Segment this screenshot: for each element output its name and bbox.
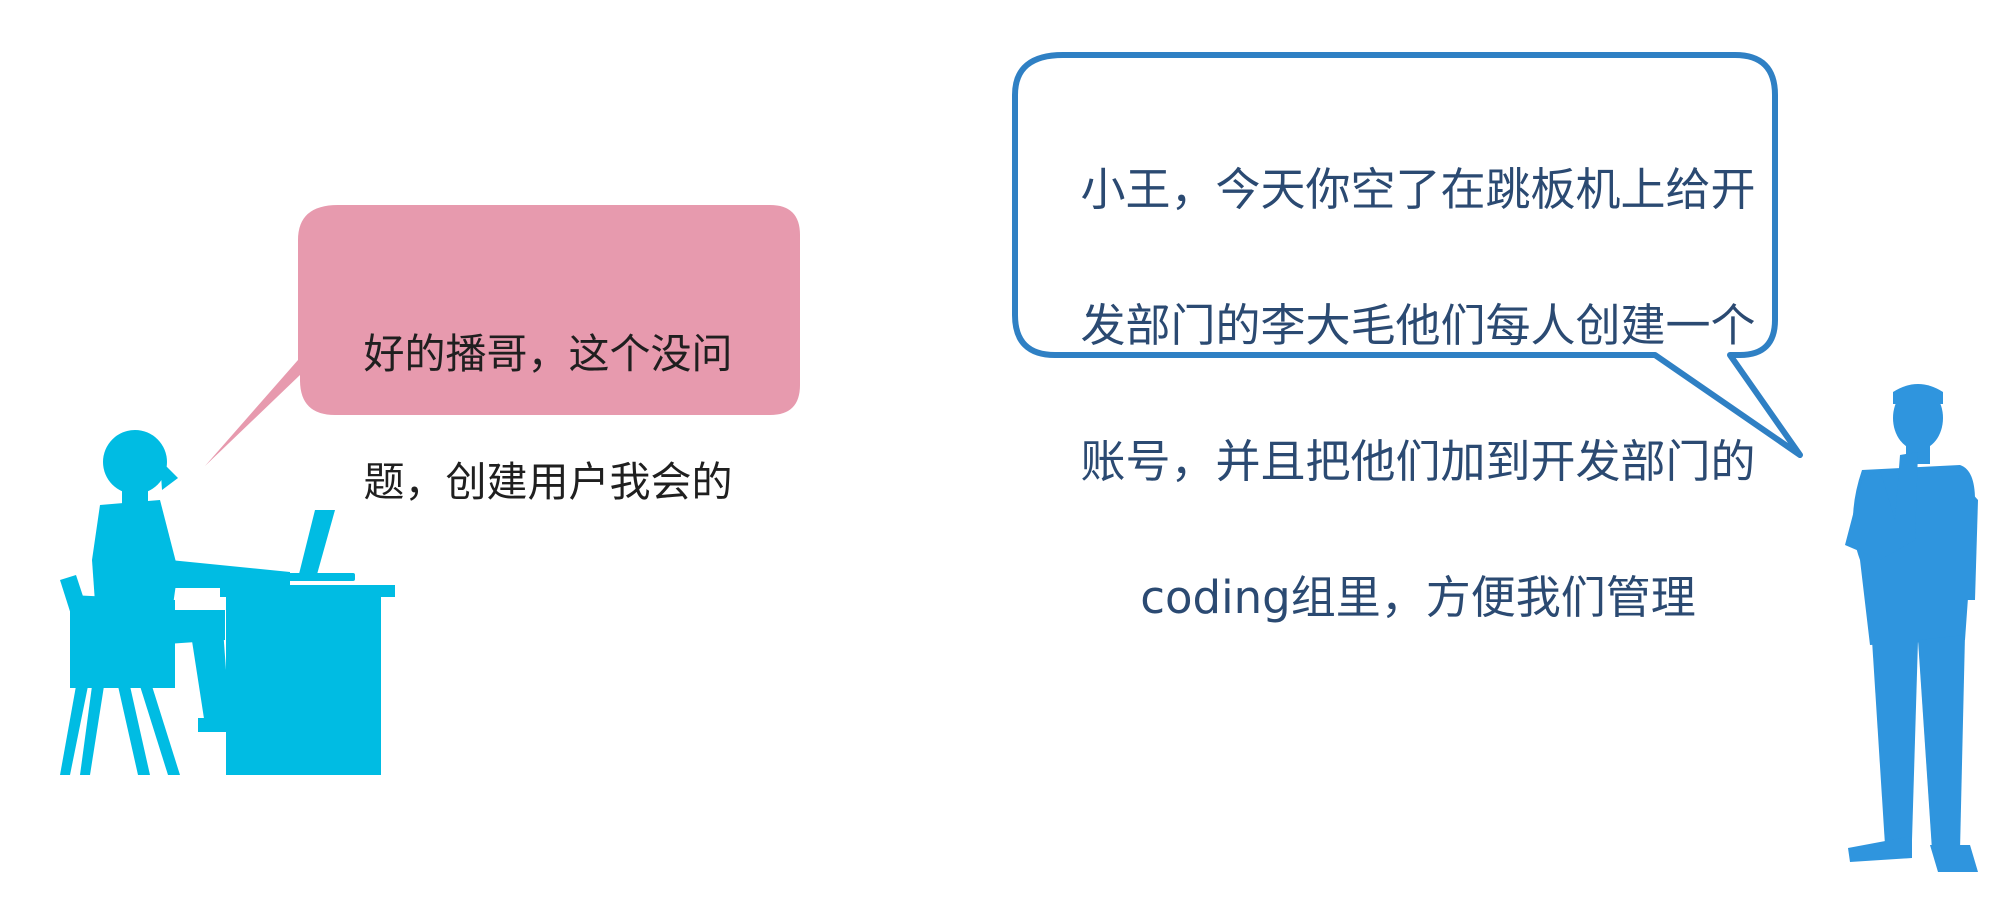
right-bubble-line-2: 发部门的李大毛他们每人创建一个 bbox=[1080, 299, 1756, 352]
scene: 好的播哥，这个没问 题，创建用户我会的 小王，今天你空了在跳板机上给开 发部门的… bbox=[0, 0, 2012, 900]
left-bubble-line-2: 题，创建用户我会的 bbox=[363, 458, 733, 506]
standing-boss-icon bbox=[1845, 384, 1978, 872]
right-bubble-line-4: coding组里，方便我们管理 bbox=[1140, 571, 1696, 624]
right-bubble-text: 小王，今天你空了在跳板机上给开 发部门的李大毛他们每人创建一个 账号，并且把他们… bbox=[1018, 88, 1818, 700]
right-bubble-line-1: 小王，今天你空了在跳板机上给开 bbox=[1080, 163, 1756, 216]
left-bubble-text: 好的播哥，这个没问 题，创建用户我会的 bbox=[318, 258, 778, 578]
right-bubble-line-3: 账号，并且把他们加到开发部门的 bbox=[1080, 435, 1756, 488]
left-bubble-line-1: 好的播哥，这个没问 bbox=[363, 330, 733, 378]
